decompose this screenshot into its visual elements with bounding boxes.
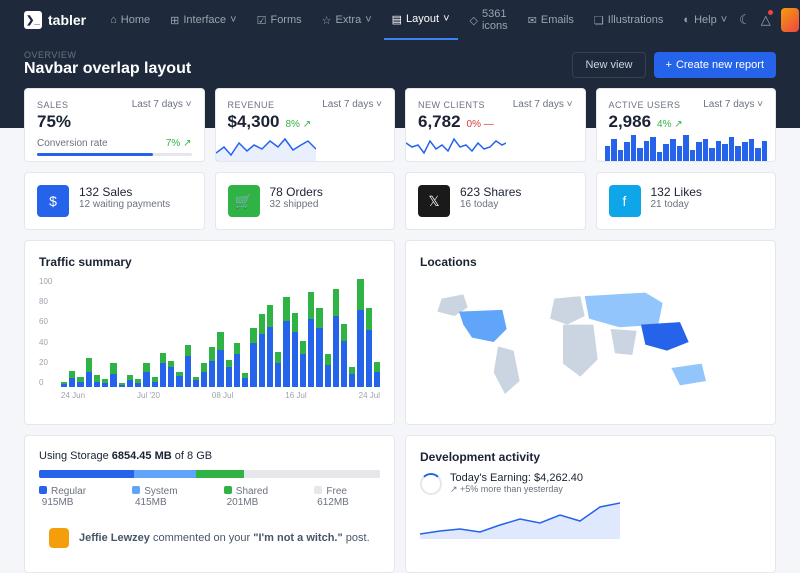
nav-illustrations[interactable]: ❏ Illustrations: [586, 0, 672, 40]
top-nav: ❯_ tabler ⌂ Home ⊞ Interface ˅ ☑ Forms ☆…: [0, 0, 800, 40]
kpi-sales: SALESLast 7 days ˅ 75% Conversion rate7%…: [24, 88, 205, 162]
nav-layout[interactable]: ▤ Layout ˅: [384, 0, 458, 40]
bell-icon[interactable]: △: [761, 12, 771, 28]
stat-sales: $132 Sales12 waiting payments: [24, 172, 205, 230]
moon-icon[interactable]: ☾: [739, 12, 751, 28]
kpi-users: ACTIVE USERSLast 7 days ˅ 2,9864% ↗: [596, 88, 777, 162]
plus-icon: +: [666, 59, 672, 71]
traffic-chart: 100806040200 24 JunJul '2008 Jul16 Jul24…: [39, 277, 380, 407]
stat-shares: 𝕏623 Shares16 today: [405, 172, 586, 230]
user-menu[interactable]: Paweł Kuna UI Designer: [781, 0, 800, 42]
nav-forms[interactable]: ☑ Forms: [249, 0, 310, 40]
period-dropdown[interactable]: Last 7 days ˅: [132, 99, 192, 110]
traffic-title: Traffic summary: [39, 255, 380, 269]
brand-name: tabler: [48, 12, 86, 28]
world-map: [420, 277, 732, 407]
period-dropdown[interactable]: Last 7 days ˅: [703, 99, 763, 110]
chevron-down-icon: ˅: [365, 14, 371, 26]
users-sparkline: [597, 135, 776, 161]
period-dropdown[interactable]: Last 7 days ˅: [513, 99, 573, 110]
storage-bar: [39, 470, 380, 478]
nav-extra[interactable]: ☆ Extra ˅: [314, 0, 380, 40]
storage-panel: Using Storage 6854.45 MB of 8 GB Regular…: [24, 435, 395, 573]
dev-sparkline: [420, 499, 620, 539]
dev-title: Development activity: [420, 450, 761, 464]
clients-sparkline: [406, 135, 506, 161]
overview-label: OVERVIEW: [24, 50, 191, 60]
brand-logo[interactable]: ❯_ tabler: [24, 11, 86, 29]
x-icon: 𝕏: [418, 185, 450, 217]
avatar: [49, 528, 69, 548]
nav-interface[interactable]: ⊞ Interface ˅: [162, 0, 244, 40]
page-title: Navbar overlap layout: [24, 60, 191, 78]
locations-title: Locations: [420, 255, 761, 269]
period-dropdown[interactable]: Last 7 days ˅: [322, 99, 382, 110]
kpi-revenue: REVENUELast 7 days ˅ $4,3008% ↗: [215, 88, 396, 162]
nav-home[interactable]: ⌂ Home: [102, 0, 158, 40]
progress-circle-icon: [420, 473, 442, 495]
avatar: [781, 8, 800, 32]
revenue-sparkline: [216, 135, 316, 161]
progress-bar: [37, 153, 192, 156]
locations-panel: Locations: [405, 240, 776, 425]
chevron-down-icon: ˅: [721, 14, 727, 26]
stat-likes: f132 Likes21 today: [596, 172, 777, 230]
nav-icons[interactable]: ◇ 5361 icons: [462, 0, 516, 40]
chevron-down-icon: ˅: [443, 13, 449, 25]
facebook-icon: f: [609, 185, 641, 217]
create-report-button[interactable]: +Create new report: [654, 52, 776, 78]
nav-emails[interactable]: ✉ Emails: [520, 0, 582, 40]
stat-orders: 🛒78 Orders32 shipped: [215, 172, 396, 230]
main-content: SALESLast 7 days ˅ 75% Conversion rate7%…: [0, 88, 800, 573]
new-view-button[interactable]: New view: [572, 52, 645, 78]
cart-icon: 🛒: [228, 185, 260, 217]
chevron-down-icon: ˅: [230, 14, 236, 26]
dollar-icon: $: [37, 185, 69, 217]
nav-help[interactable]: ◐ Help ˅: [675, 0, 735, 40]
activity-feed-item: Jeffie Lewzey commented on your "I'm not…: [39, 518, 380, 558]
logo-icon: ❯_: [24, 11, 42, 29]
kpi-clients: NEW CLIENTSLast 7 days ˅ 6,7820% —: [405, 88, 586, 162]
traffic-panel: Traffic summary 100806040200 24 JunJul '…: [24, 240, 395, 425]
dev-activity-panel: Development activity Today's Earning: $4…: [405, 435, 776, 573]
